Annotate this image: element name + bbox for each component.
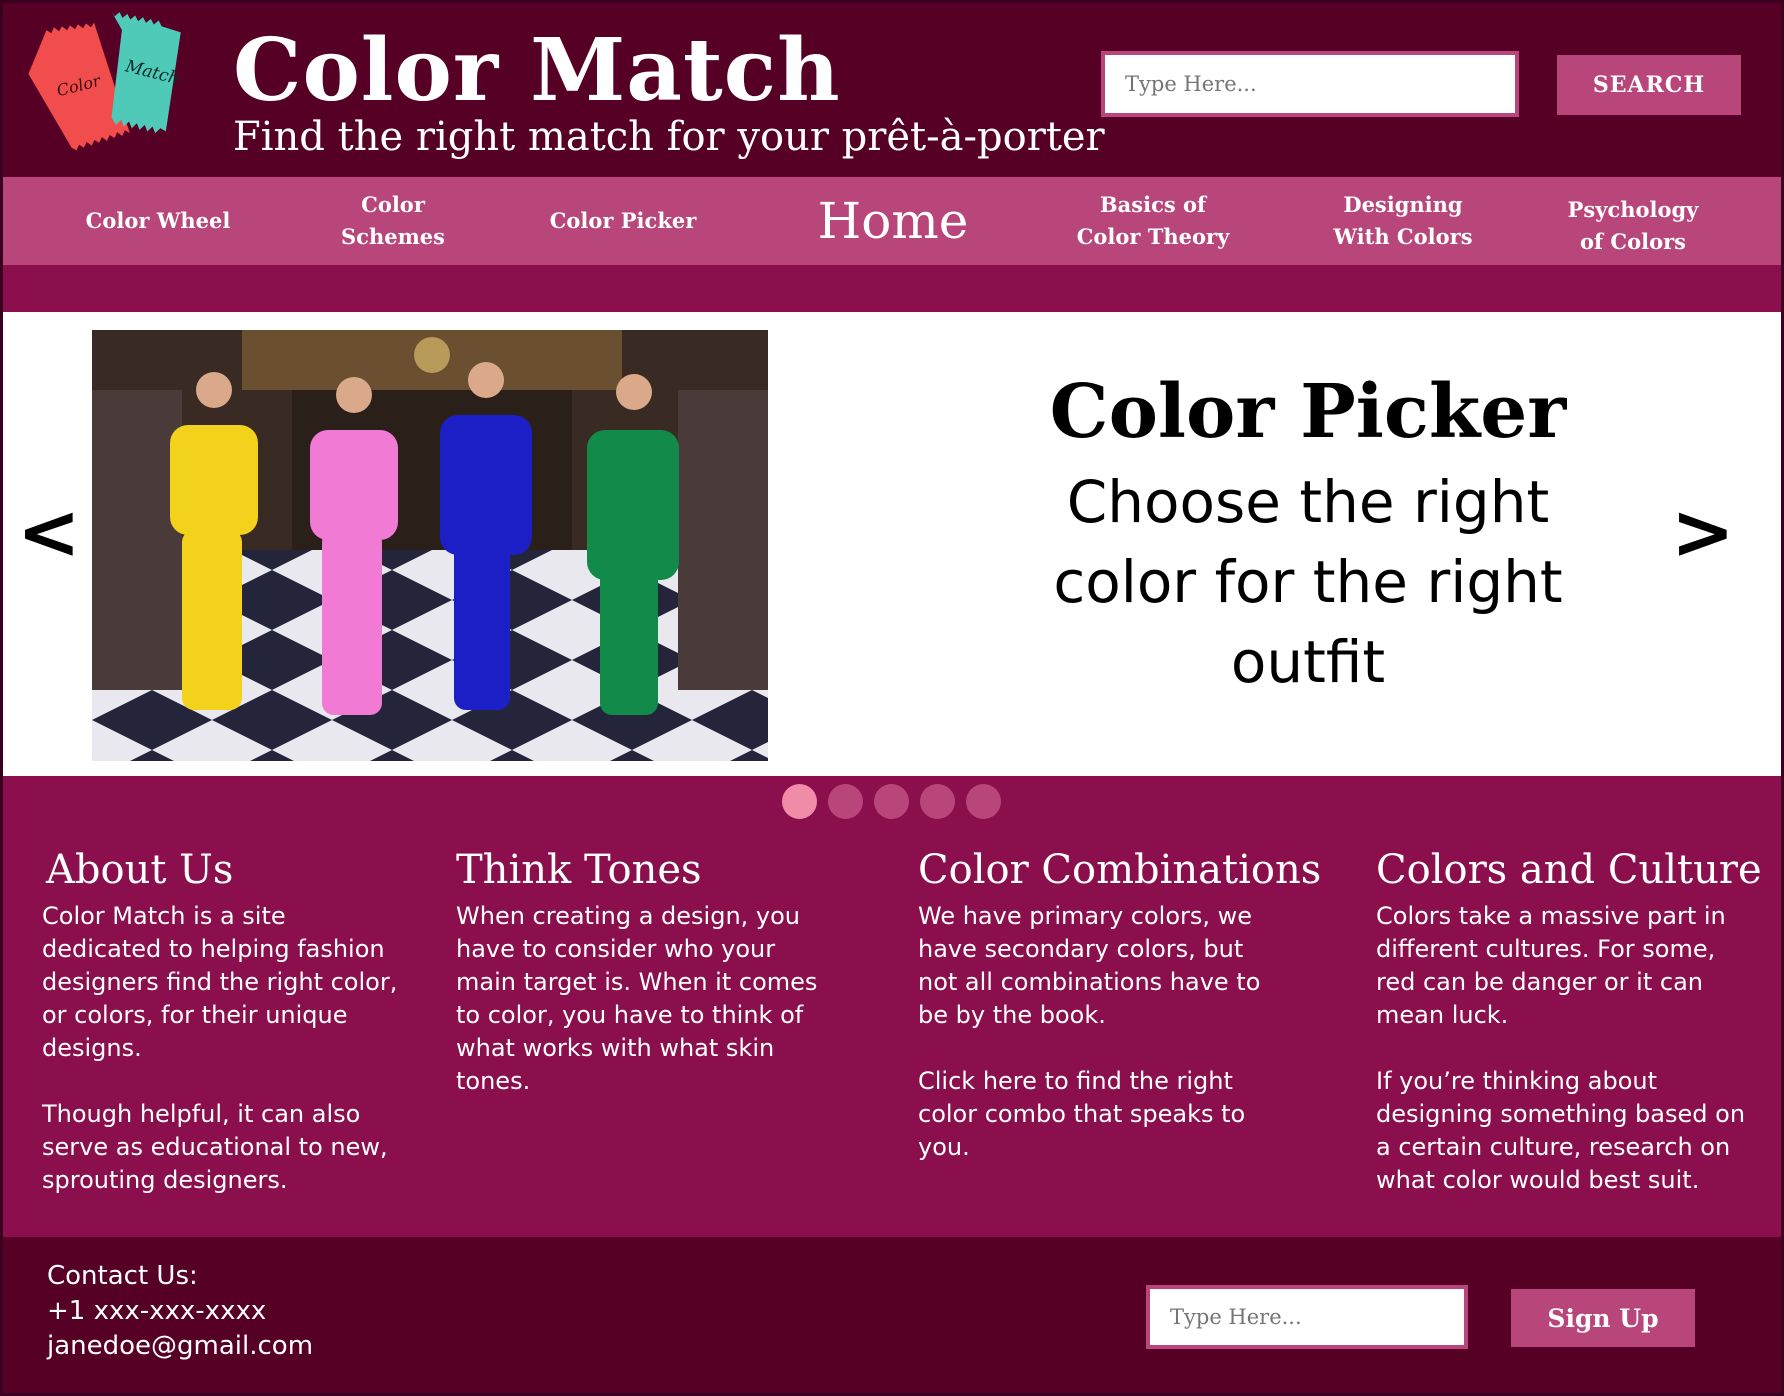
think-tones-section: Think Tones When creating a design, you …: [456, 844, 826, 1098]
nav-item-psychology-of-colors[interactable]: Psychology of Colors: [1533, 177, 1733, 265]
carousel-indicators: [782, 784, 1001, 819]
hero-text-block: Color Picker Choose the right color for …: [1003, 364, 1613, 702]
about-us-section: About Us Color Match is a site dedicated…: [42, 844, 402, 1197]
search-input[interactable]: [1101, 51, 1519, 117]
color-combinations-link[interactable]: Click here to find the right color combo…: [918, 1065, 1288, 1164]
nav-item-color-schemes[interactable]: Color Schemes: [303, 177, 483, 265]
carousel-prev-arrow[interactable]: <: [17, 492, 81, 572]
carousel-dot-3[interactable]: [874, 784, 909, 819]
carousel-dot-4[interactable]: [920, 784, 955, 819]
nav-item-color-picker[interactable]: Color Picker: [533, 177, 713, 265]
color-combinations-paragraph-1: We have primary colors, we have secondar…: [918, 902, 1261, 1029]
carousel-next-arrow[interactable]: >: [1671, 492, 1735, 572]
colors-and-culture-paragraph-1: Colors take a massive part in different …: [1376, 902, 1726, 1029]
think-tones-heading: Think Tones: [456, 847, 702, 893]
carousel-dot-5[interactable]: [966, 784, 1001, 819]
hero-title: Color Picker: [1049, 369, 1567, 455]
contact-label: Contact Us:: [47, 1261, 198, 1291]
hero-runway-image: [92, 330, 768, 761]
color-match-logo: Color Match: [28, 11, 181, 151]
color-combinations-heading: Color Combinations: [918, 847, 1322, 893]
nav-item-home[interactable]: Home: [783, 177, 1003, 265]
runway-photo-illustration: [92, 330, 768, 761]
hero-subtitle: Choose the right color for the right out…: [1053, 468, 1563, 696]
site-title: Color Match: [233, 20, 841, 121]
carousel-dot-2[interactable]: [828, 784, 863, 819]
search-button[interactable]: SEARCH: [1557, 55, 1741, 115]
colors-and-culture-paragraph-2: If you’re thinking about designing somet…: [1376, 1067, 1746, 1194]
carousel-dot-1[interactable]: [782, 784, 817, 819]
about-us-paragraph-2: Though helpful, it can also serve as edu…: [42, 1100, 388, 1194]
contact-block: Contact Us: +1 xxx-xxx-xxxx janedoe@gmai…: [47, 1259, 313, 1364]
signup-email-input[interactable]: [1146, 1285, 1468, 1349]
nav-item-designing-with-colors[interactable]: Designing With Colors: [1303, 177, 1503, 265]
about-us-paragraph-1: Color Match is a site dedicated to helpi…: [42, 902, 398, 1062]
nav-item-basics-of-color-theory[interactable]: Basics of Color Theory: [1053, 177, 1253, 265]
site-header: Color Match Color Match Find the right m…: [3, 3, 1781, 177]
nav-item-color-wheel[interactable]: Color Wheel: [63, 177, 253, 265]
about-us-heading: About Us: [46, 847, 234, 893]
site-subtitle: Find the right match for your prêt-à-por…: [233, 114, 1105, 160]
hero-carousel: < Color Picker Choose the right color fo…: [3, 312, 1781, 776]
signup-button[interactable]: Sign Up: [1511, 1289, 1695, 1347]
contact-email[interactable]: janedoe@gmail.com: [47, 1329, 313, 1364]
think-tones-paragraph-1: When creating a design, you have to cons…: [456, 902, 818, 1095]
color-combinations-section: Color Combinations We have primary color…: [918, 844, 1322, 1164]
contact-phone[interactable]: +1 xxx-xxx-xxxx: [47, 1294, 313, 1329]
colors-and-culture-heading: Colors and Culture: [1376, 847, 1762, 893]
main-nav: Color Wheel Color Schemes Color Picker H…: [3, 177, 1781, 265]
colors-and-culture-section: Colors and Culture Colors take a massive…: [1376, 844, 1762, 1197]
site-footer: Contact Us: +1 xxx-xxx-xxxx janedoe@gmai…: [3, 1237, 1781, 1393]
